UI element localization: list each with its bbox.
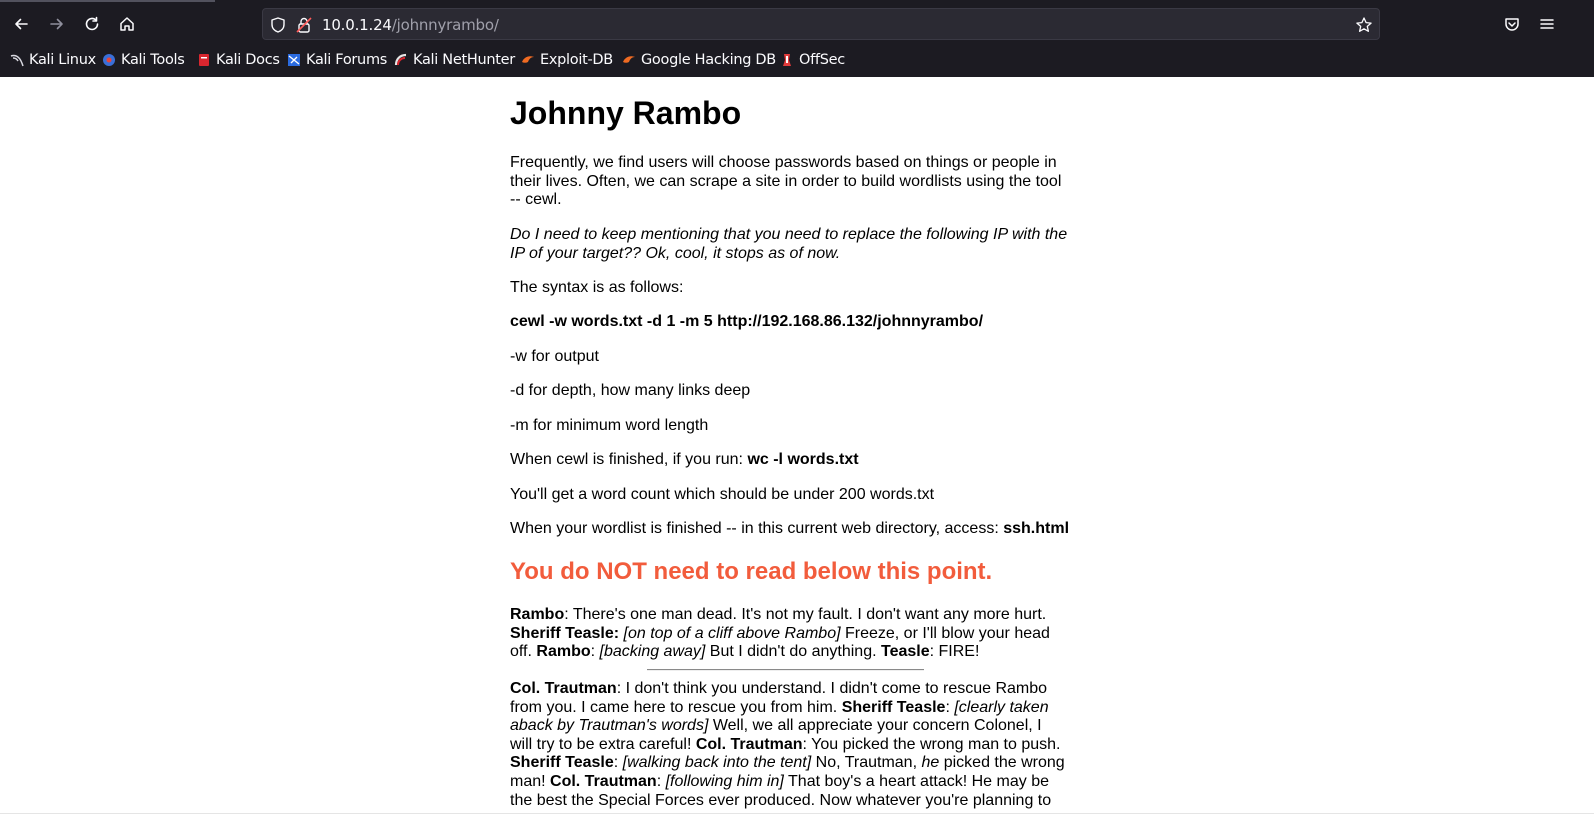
speaker-name: Col. Trautman <box>510 680 617 697</box>
forward-button[interactable] <box>41 8 73 40</box>
stage-direction: he <box>921 754 940 772</box>
url-host: 10.0.1.24 <box>322 16 392 34</box>
navigation-toolbar: 10.0.1.24/johnnyrambo/ <box>0 7 1594 43</box>
cewl-command-paragraph: cewl -w words.txt -d 1 -m 5 http://192.1… <box>510 313 1070 332</box>
back-arrow-icon <box>15 18 28 30</box>
bookmark-label: Exploit-DB <box>540 52 613 68</box>
bookmark-kali-tools[interactable]: Kali Tools <box>102 49 185 71</box>
kali-tools-icon <box>102 53 116 67</box>
bookmark-label: Kali NetHunter <box>413 52 515 68</box>
menu-button[interactable] <box>1531 8 1563 40</box>
speaker-name: Sheriff Teasle <box>841 698 946 716</box>
access-file: ssh.html <box>1003 520 1070 537</box>
ip-note-text: Do I need to keep mentioning that you ne… <box>510 226 1068 262</box>
wc-paragraph: When cewl is finished, if you run: wc -l… <box>510 451 1070 470</box>
wordcount-paragraph: You'll get a word count which should be … <box>510 486 935 503</box>
speaker-name: Col. Trautman <box>695 735 803 753</box>
back-button[interactable] <box>5 8 37 40</box>
bookmark-offsec[interactable]: OffSec <box>780 49 845 71</box>
wc-prefix: When cewl is finished, if you run: <box>510 451 748 468</box>
speaker-name: Rambo <box>510 606 565 623</box>
kali-docs-icon <box>197 53 211 67</box>
dialogue-text: : FIRE! <box>929 643 980 661</box>
dialogue-text: : <box>656 772 666 790</box>
kali-forums-icon <box>287 53 301 67</box>
insecure-lock-icon[interactable] <box>295 16 313 34</box>
bookmark-label: Kali Linux <box>29 52 96 68</box>
exploit-db-icon <box>521 53 535 67</box>
bookmark-exploit-db[interactable]: Exploit-DB <box>521 49 613 71</box>
access-paragraph: When your wordlist is finished -- in thi… <box>510 520 1070 539</box>
speaker-name: Col. Trautman <box>550 772 657 790</box>
bookmark-label: Kali Docs <box>216 52 280 68</box>
quote-paragraph-2: Col. Trautman: I don't think you underst… <box>510 680 1066 810</box>
bookmarks-toolbar: Kali Linux Kali Tools Kali Docs Kali For… <box>0 49 1594 71</box>
forward-arrow-icon <box>50 18 63 30</box>
bookmark-label: Kali Tools <box>121 52 185 68</box>
speaker-name: Rambo <box>536 643 591 661</box>
speaker-name: Sheriff Teasle: <box>510 624 620 642</box>
bookmark-kali-linux[interactable]: Kali Linux <box>10 49 96 71</box>
offsec-icon <box>780 53 794 67</box>
shield-icon[interactable] <box>269 16 287 34</box>
warning-heading: You do NOT need to read below this point… <box>510 558 993 585</box>
dialogue-text: : You picked the wrong man to push. <box>802 735 1061 753</box>
kali-nethunter-icon <box>394 53 408 67</box>
home-button[interactable] <box>111 8 143 40</box>
access-prefix: When your wordlist is finished -- in thi… <box>510 520 1004 537</box>
dialogue-text: : There's one man dead. It's not my faul… <box>564 606 1047 623</box>
dialogue-text: No, Trautman, <box>811 754 922 772</box>
dialogue-text: : <box>613 754 623 772</box>
wc-command: wc -l words.txt <box>747 451 859 468</box>
bookmark-kali-nethunter[interactable]: Kali NetHunter <box>394 49 515 71</box>
bookmark-star-icon[interactable] <box>1355 16 1373 34</box>
bookmark-label: OffSec <box>799 52 845 68</box>
speaker-name: Sheriff Teasle <box>510 754 614 772</box>
stage-direction: [on top of a cliff above Rambo] <box>623 624 841 642</box>
tab-strip-edge <box>0 0 215 2</box>
reload-icon <box>85 16 99 31</box>
page-title: Johnny Rambo <box>510 95 742 131</box>
stage-direction: [following him in] <box>665 772 784 790</box>
cewl-command: cewl -w words.txt -d 1 -m 5 http://192.1… <box>510 313 984 330</box>
pocket-icon <box>1505 18 1519 31</box>
url-path: /johnnyrambo/ <box>391 16 499 34</box>
option-m-text: -m for minimum word length <box>510 417 709 434</box>
speaker-name: Teasle <box>880 643 930 661</box>
viewport-bottom-edge <box>0 813 1594 814</box>
kali-dragon-icon <box>10 53 24 67</box>
browser-chrome: 10.0.1.24/johnnyrambo/ Kali Linux Kali T… <box>0 0 1594 77</box>
dialogue-text: But I didn't do anything. <box>705 643 881 661</box>
bookmark-label: Kali Forums <box>306 52 388 68</box>
url-text[interactable]: 10.0.1.24/johnnyrambo/ <box>322 16 499 34</box>
bookmark-google-hacking-db[interactable]: Google Hacking DB <box>622 49 776 71</box>
reload-button[interactable] <box>76 8 108 40</box>
ghdb-icon <box>622 53 636 67</box>
address-bar[interactable]: 10.0.1.24/johnnyrambo/ <box>262 8 1380 40</box>
bookmark-kali-docs[interactable]: Kali Docs <box>197 49 280 71</box>
quote-paragraph-1: Rambo: There's one man dead. It's not my… <box>510 606 1050 662</box>
option-d-text: -d for depth, how many links deep <box>510 382 751 399</box>
home-icon <box>120 17 134 31</box>
hamburger-menu-icon <box>1540 19 1554 29</box>
stage-direction: [backing away] <box>599 643 706 661</box>
horizontal-rule <box>647 669 924 671</box>
syntax-label: The syntax is as follows: <box>510 279 684 296</box>
bookmark-label: Google Hacking DB <box>641 52 776 68</box>
ip-note-paragraph: Do I need to keep mentioning that you ne… <box>510 226 1070 263</box>
option-w-text: -w for output <box>510 348 599 365</box>
dialogue-text: : <box>945 698 955 716</box>
bookmark-kali-forums[interactable]: Kali Forums <box>287 49 387 71</box>
dialogue-text: : <box>590 643 600 661</box>
stage-direction: [walking back into the tent] <box>622 754 812 772</box>
intro-paragraph: Frequently, we find users will choose pa… <box>510 154 1062 209</box>
pocket-button[interactable] <box>1496 8 1528 40</box>
